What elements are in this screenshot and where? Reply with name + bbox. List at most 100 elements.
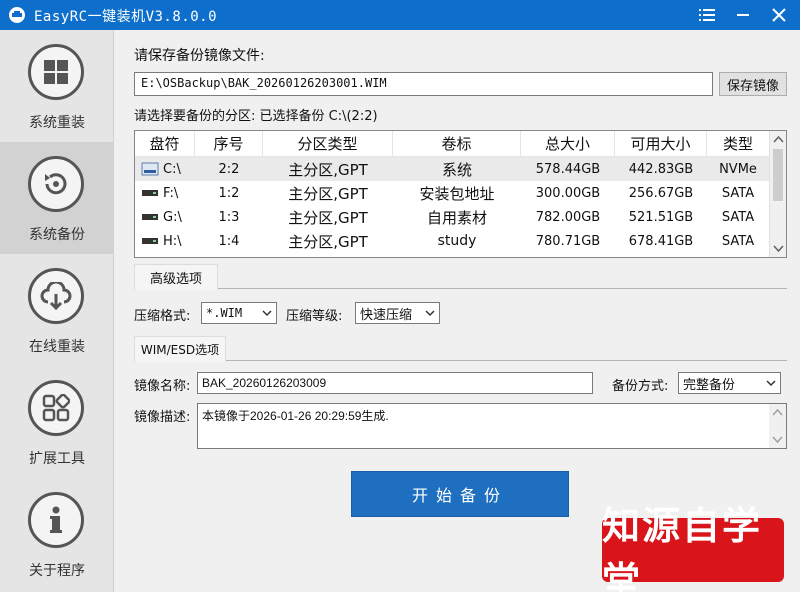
index-cell: 2:2 xyxy=(218,161,240,177)
table-row[interactable]: H:\ 1:4 主分区,GPT study 780.71GB 678.41GB … xyxy=(135,229,769,253)
minimize-icon xyxy=(737,14,749,16)
index-cell: 1:4 xyxy=(218,233,240,249)
drive-letter: F:\ xyxy=(163,185,179,201)
chevron-down-icon xyxy=(425,310,435,317)
drive-letter: G:\ xyxy=(163,209,182,225)
col-index: 序号 xyxy=(195,131,263,156)
cloud-icon xyxy=(28,268,84,324)
wim-section: WIM/ESD选项 xyxy=(134,336,787,362)
col-total: 总大小 xyxy=(521,131,615,156)
free-cell: 256.67GB xyxy=(628,185,694,201)
menu-icon xyxy=(699,9,715,21)
kind-cell: SATA xyxy=(721,209,755,225)
windows-icon xyxy=(28,44,84,100)
drive-letter: H:\ xyxy=(163,233,182,249)
index-cell: 1:2 xyxy=(218,185,240,201)
free-cell: 442.83GB xyxy=(628,161,694,177)
label-cell: 系统 xyxy=(441,160,472,179)
backup-mode-label: 备份方式: xyxy=(612,379,669,394)
compress-format-select[interactable]: *.WIM xyxy=(201,302,277,324)
table-row[interactable]: C:\ 2:2 主分区,GPT 系统 578.44GB 442.83GB NVM… xyxy=(135,157,769,181)
total-cell: 300.00GB xyxy=(535,185,601,201)
sidebar: 系统重装 系统备份 在线重装 扩展工具 关于程序 xyxy=(0,30,114,592)
scroll-up-icon xyxy=(772,408,783,416)
advanced-section-title: 高级选项 xyxy=(134,264,218,290)
sidebar-item-label: 系统备份 xyxy=(29,227,85,243)
compress-level-select[interactable]: 快速压缩 xyxy=(355,302,440,324)
table-row[interactable]: F:\ 1:2 主分区,GPT 安装包地址 300.00GB 256.67GB … xyxy=(135,181,769,205)
backup-icon xyxy=(28,156,84,212)
image-desc-label: 镜像描述: xyxy=(134,410,191,425)
ptype-cell: 主分区,GPT xyxy=(288,208,368,227)
kind-cell: SATA xyxy=(721,185,755,201)
drive-cell: H:\ xyxy=(135,229,195,253)
compress-level-value: 快速压缩 xyxy=(360,307,413,323)
image-desc-textarea[interactable]: 本镜像于2026-01-26 20:29:59生成. xyxy=(197,403,787,449)
nvme-drive-icon xyxy=(141,162,159,176)
kind-cell: SATA xyxy=(721,233,755,249)
minimize-button[interactable] xyxy=(728,3,758,27)
backup-mode-value: 完整备份 xyxy=(683,377,736,393)
total-cell: 578.44GB xyxy=(535,161,601,177)
col-free: 可用大小 xyxy=(615,131,707,156)
total-cell: 780.71GB xyxy=(535,233,601,249)
image-name-input[interactable]: BAK_20260126203009 xyxy=(197,372,593,394)
sidebar-item-about[interactable]: 关于程序 xyxy=(0,478,114,590)
col-ptype: 分区类型 xyxy=(263,131,393,156)
section-divider xyxy=(226,360,787,361)
file-path-input[interactable]: E:\OSBackup\BAK_20260126203001.WIM xyxy=(134,72,713,96)
close-button[interactable] xyxy=(764,3,794,27)
col-drive: 盘符 xyxy=(135,131,195,156)
total-cell: 782.00GB xyxy=(535,209,601,225)
backup-mode-select[interactable]: 完整备份 xyxy=(678,372,781,394)
sidebar-item-reinstall[interactable]: 系统重装 xyxy=(0,30,114,142)
sidebar-item-label: 系统重装 xyxy=(29,115,85,131)
menu-button[interactable] xyxy=(692,3,722,27)
table-row[interactable]: G:\ 1:3 主分区,GPT 自用素材 782.00GB 521.51GB S… xyxy=(135,205,769,229)
scroll-thumb[interactable] xyxy=(773,149,783,201)
sidebar-item-label: 在线重装 xyxy=(29,339,85,355)
sidebar-item-online[interactable]: 在线重装 xyxy=(0,254,114,366)
col-kind: 类型 xyxy=(722,135,753,153)
drive-cell: F:\ xyxy=(135,181,195,205)
start-backup-button[interactable]: 开始备份 xyxy=(351,471,569,517)
partition-table[interactable]: 盘符 序号 分区类型 卷标 总大小 可用大小 类型 C:\ 2:2 主分区,GP… xyxy=(134,130,787,258)
label-cell: 自用素材 xyxy=(426,208,487,227)
image-name-label: 镜像名称: xyxy=(134,379,191,394)
kind-cell: NVMe xyxy=(719,161,757,177)
label-cell: study xyxy=(437,233,477,249)
info-icon xyxy=(28,492,84,548)
watermark-logo: 知源自学堂 xyxy=(602,504,784,592)
title-bar: EasyRC一键装机V3.8.0.0 xyxy=(0,0,800,30)
ptype-cell: 主分区,GPT xyxy=(288,232,368,251)
hard-drive-icon xyxy=(142,238,158,244)
tools-icon xyxy=(28,380,84,436)
advanced-section: 高级选项 xyxy=(134,264,787,290)
free-cell: 678.41GB xyxy=(628,233,694,249)
drive-cell: C:\ xyxy=(135,157,195,181)
sidebar-item-label: 关于程序 xyxy=(29,563,85,579)
hard-drive-icon xyxy=(142,190,158,196)
col-label: 卷标 xyxy=(393,131,521,156)
table-scrollbar[interactable] xyxy=(769,131,786,257)
chevron-down-icon xyxy=(262,310,272,317)
hard-drive-icon xyxy=(142,214,158,220)
drive-letter: C:\ xyxy=(163,161,181,177)
ptype-cell: 主分区,GPT xyxy=(288,160,368,179)
wim-section-title: WIM/ESD选项 xyxy=(134,336,226,362)
scroll-down-icon xyxy=(773,245,784,253)
index-cell: 1:3 xyxy=(218,209,240,225)
window-title: EasyRC一键装机V3.8.0.0 xyxy=(34,9,218,25)
scroll-up-icon xyxy=(773,135,784,143)
image-desc-text: 本镜像于2026-01-26 20:29:59生成. xyxy=(202,409,389,423)
save-image-button[interactable]: 保存镜像 xyxy=(719,72,787,96)
sidebar-item-backup[interactable]: 系统备份 xyxy=(0,142,114,254)
free-cell: 521.51GB xyxy=(628,209,694,225)
save-file-label: 请保存备份镜像文件: xyxy=(134,48,265,64)
desc-scrollbar[interactable] xyxy=(769,404,786,448)
compress-level-label: 压缩等级: xyxy=(286,309,343,324)
scroll-down-icon xyxy=(772,436,783,444)
section-divider xyxy=(218,288,787,289)
partition-prompt: 请选择要备份的分区: 已选择备份 C:\(2:2) xyxy=(134,109,378,124)
sidebar-item-tools[interactable]: 扩展工具 xyxy=(0,366,114,478)
